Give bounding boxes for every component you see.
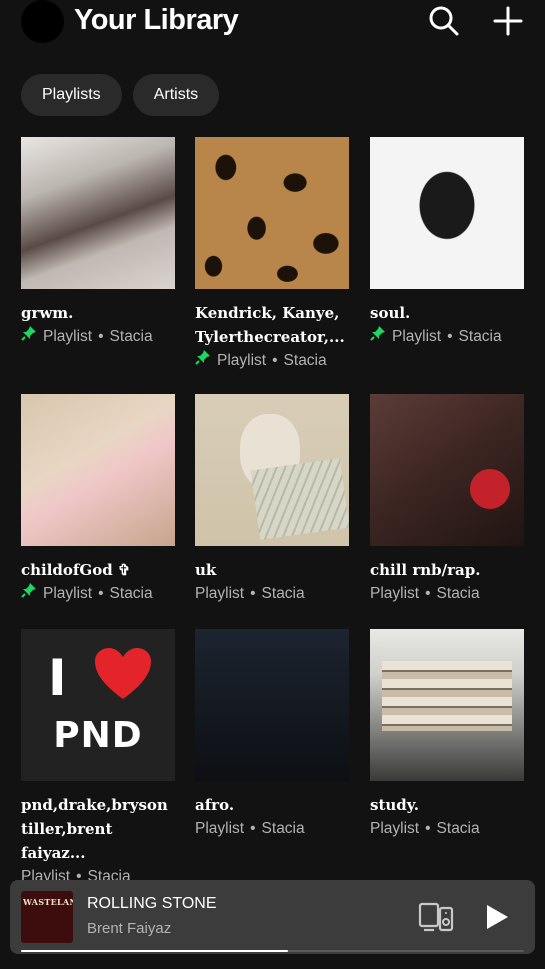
playlist-name: Kendrick, Kanye, Tylerthecreator,... <box>195 304 345 346</box>
playlist-meta: Playlist • Stacia <box>21 582 175 606</box>
playlist-card[interactable]: afro. Playlist • Stacia <box>195 629 349 841</box>
playlist-meta: Playlist • Stacia <box>21 325 175 349</box>
grid-row: I PND pnd,drake,bryson tiller,brent faiy… <box>21 629 524 885</box>
play-icon[interactable] <box>484 903 510 936</box>
playlist-card[interactable]: study. Playlist • Stacia <box>370 629 524 841</box>
playlist-name: pnd,drake,bryson tiller,brent faiyaz... <box>21 796 168 862</box>
playlist-type: Playlist <box>43 585 93 602</box>
heart-icon <box>95 648 151 699</box>
filter-chip-playlists[interactable]: Playlists <box>21 74 122 116</box>
pin-icon <box>195 349 211 373</box>
playlist-owner: Stacia <box>283 352 327 369</box>
playlist-name: grwm. <box>21 304 74 322</box>
playlist-name: soul. <box>370 304 411 322</box>
playlist-name: childofGod ✞ <box>21 561 131 579</box>
profile-avatar[interactable] <box>21 0 64 43</box>
playlist-cover <box>195 629 349 781</box>
playlist-owner: Stacia <box>458 328 502 345</box>
playlist-type: Playlist <box>195 820 245 837</box>
playlist-card[interactable]: I PND pnd,drake,bryson tiller,brent faiy… <box>21 629 175 889</box>
playlist-name: study. <box>370 796 419 814</box>
playlist-type: Playlist <box>370 820 420 837</box>
playlist-name: chill rnb/rap. <box>370 561 481 579</box>
playlist-owner: Stacia <box>109 585 153 602</box>
plus-icon[interactable] <box>491 4 525 38</box>
playlist-type: Playlist <box>43 328 93 345</box>
playlist-owner: Stacia <box>261 820 305 837</box>
playlist-type: Playlist <box>392 328 442 345</box>
pin-icon <box>21 582 37 606</box>
playlist-meta: Playlist • Stacia <box>370 817 524 841</box>
page-title: Your Library <box>74 4 239 36</box>
pin-icon <box>370 325 386 349</box>
playlist-owner: Stacia <box>436 820 480 837</box>
playlist-type: Playlist <box>217 352 267 369</box>
playlist-cover <box>21 137 175 289</box>
library-grid: grwm. Playlist • Stacia Kendrick, Kanye, T… <box>21 137 524 885</box>
filter-chips: Playlists Artists <box>21 74 220 116</box>
playlist-cover <box>195 394 349 546</box>
playlist-card[interactable]: soul. Playlist • Stacia <box>370 137 524 349</box>
now-playing-artist: Brent Faiyaz <box>87 920 172 937</box>
playlist-card[interactable]: grwm. Playlist • Stacia <box>21 137 175 349</box>
playlist-meta: Playlist • Stacia <box>370 582 524 606</box>
album-art: WASTELAND <box>21 891 73 943</box>
search-icon[interactable] <box>427 4 461 38</box>
playlist-type: Playlist <box>370 585 420 602</box>
grid-row: childofGod ✞ Playlist • Stacia uk Playlist… <box>21 394 524 629</box>
filter-chip-artists[interactable]: Artists <box>132 74 220 116</box>
playlist-cover: I PND <box>21 629 175 781</box>
playback-progress[interactable] <box>21 950 524 952</box>
connect-device-icon[interactable] <box>418 902 454 937</box>
playlist-card[interactable]: chill rnb/rap. Playlist • Stacia <box>370 394 524 606</box>
playlist-owner: Stacia <box>261 585 305 602</box>
playlist-meta: Playlist • Stacia <box>195 582 349 606</box>
playlist-name: uk <box>195 561 217 579</box>
playlist-owner: Stacia <box>436 585 480 602</box>
playlist-owner: Stacia <box>109 328 153 345</box>
mini-player[interactable]: WASTELAND ROLLING STONE Brent Faiyaz <box>10 880 535 954</box>
playlist-cover <box>370 137 524 289</box>
pnd-art-letter: I <box>48 649 67 707</box>
grid-row: grwm. Playlist • Stacia Kendrick, Kanye, T… <box>21 137 524 394</box>
playlist-cover <box>370 629 524 781</box>
playlist-meta: Playlist • Stacia <box>195 817 349 841</box>
playlist-meta: Playlist • Stacia <box>370 325 524 349</box>
album-art-text: WASTELAND <box>23 897 73 907</box>
playlist-card[interactable]: Kendrick, Kanye, Tylerthecreator,... Pla… <box>195 137 349 373</box>
library-header: Your Library Playlists Artists <box>0 0 545 135</box>
now-playing-title: ROLLING STONE <box>87 895 217 912</box>
pnd-art-text: PND <box>53 715 143 756</box>
playlist-cover <box>21 394 175 546</box>
playlist-card[interactable]: uk Playlist • Stacia <box>195 394 349 606</box>
playlist-type: Playlist <box>195 585 245 602</box>
playlist-cover <box>370 394 524 546</box>
playlist-meta: Playlist • Stacia <box>195 349 349 373</box>
playlist-name: afro. <box>195 796 235 814</box>
playlist-cover <box>195 137 349 289</box>
playlist-card[interactable]: childofGod ✞ Playlist • Stacia <box>21 394 175 606</box>
pin-icon <box>21 325 37 349</box>
playback-progress-fill <box>21 950 288 952</box>
